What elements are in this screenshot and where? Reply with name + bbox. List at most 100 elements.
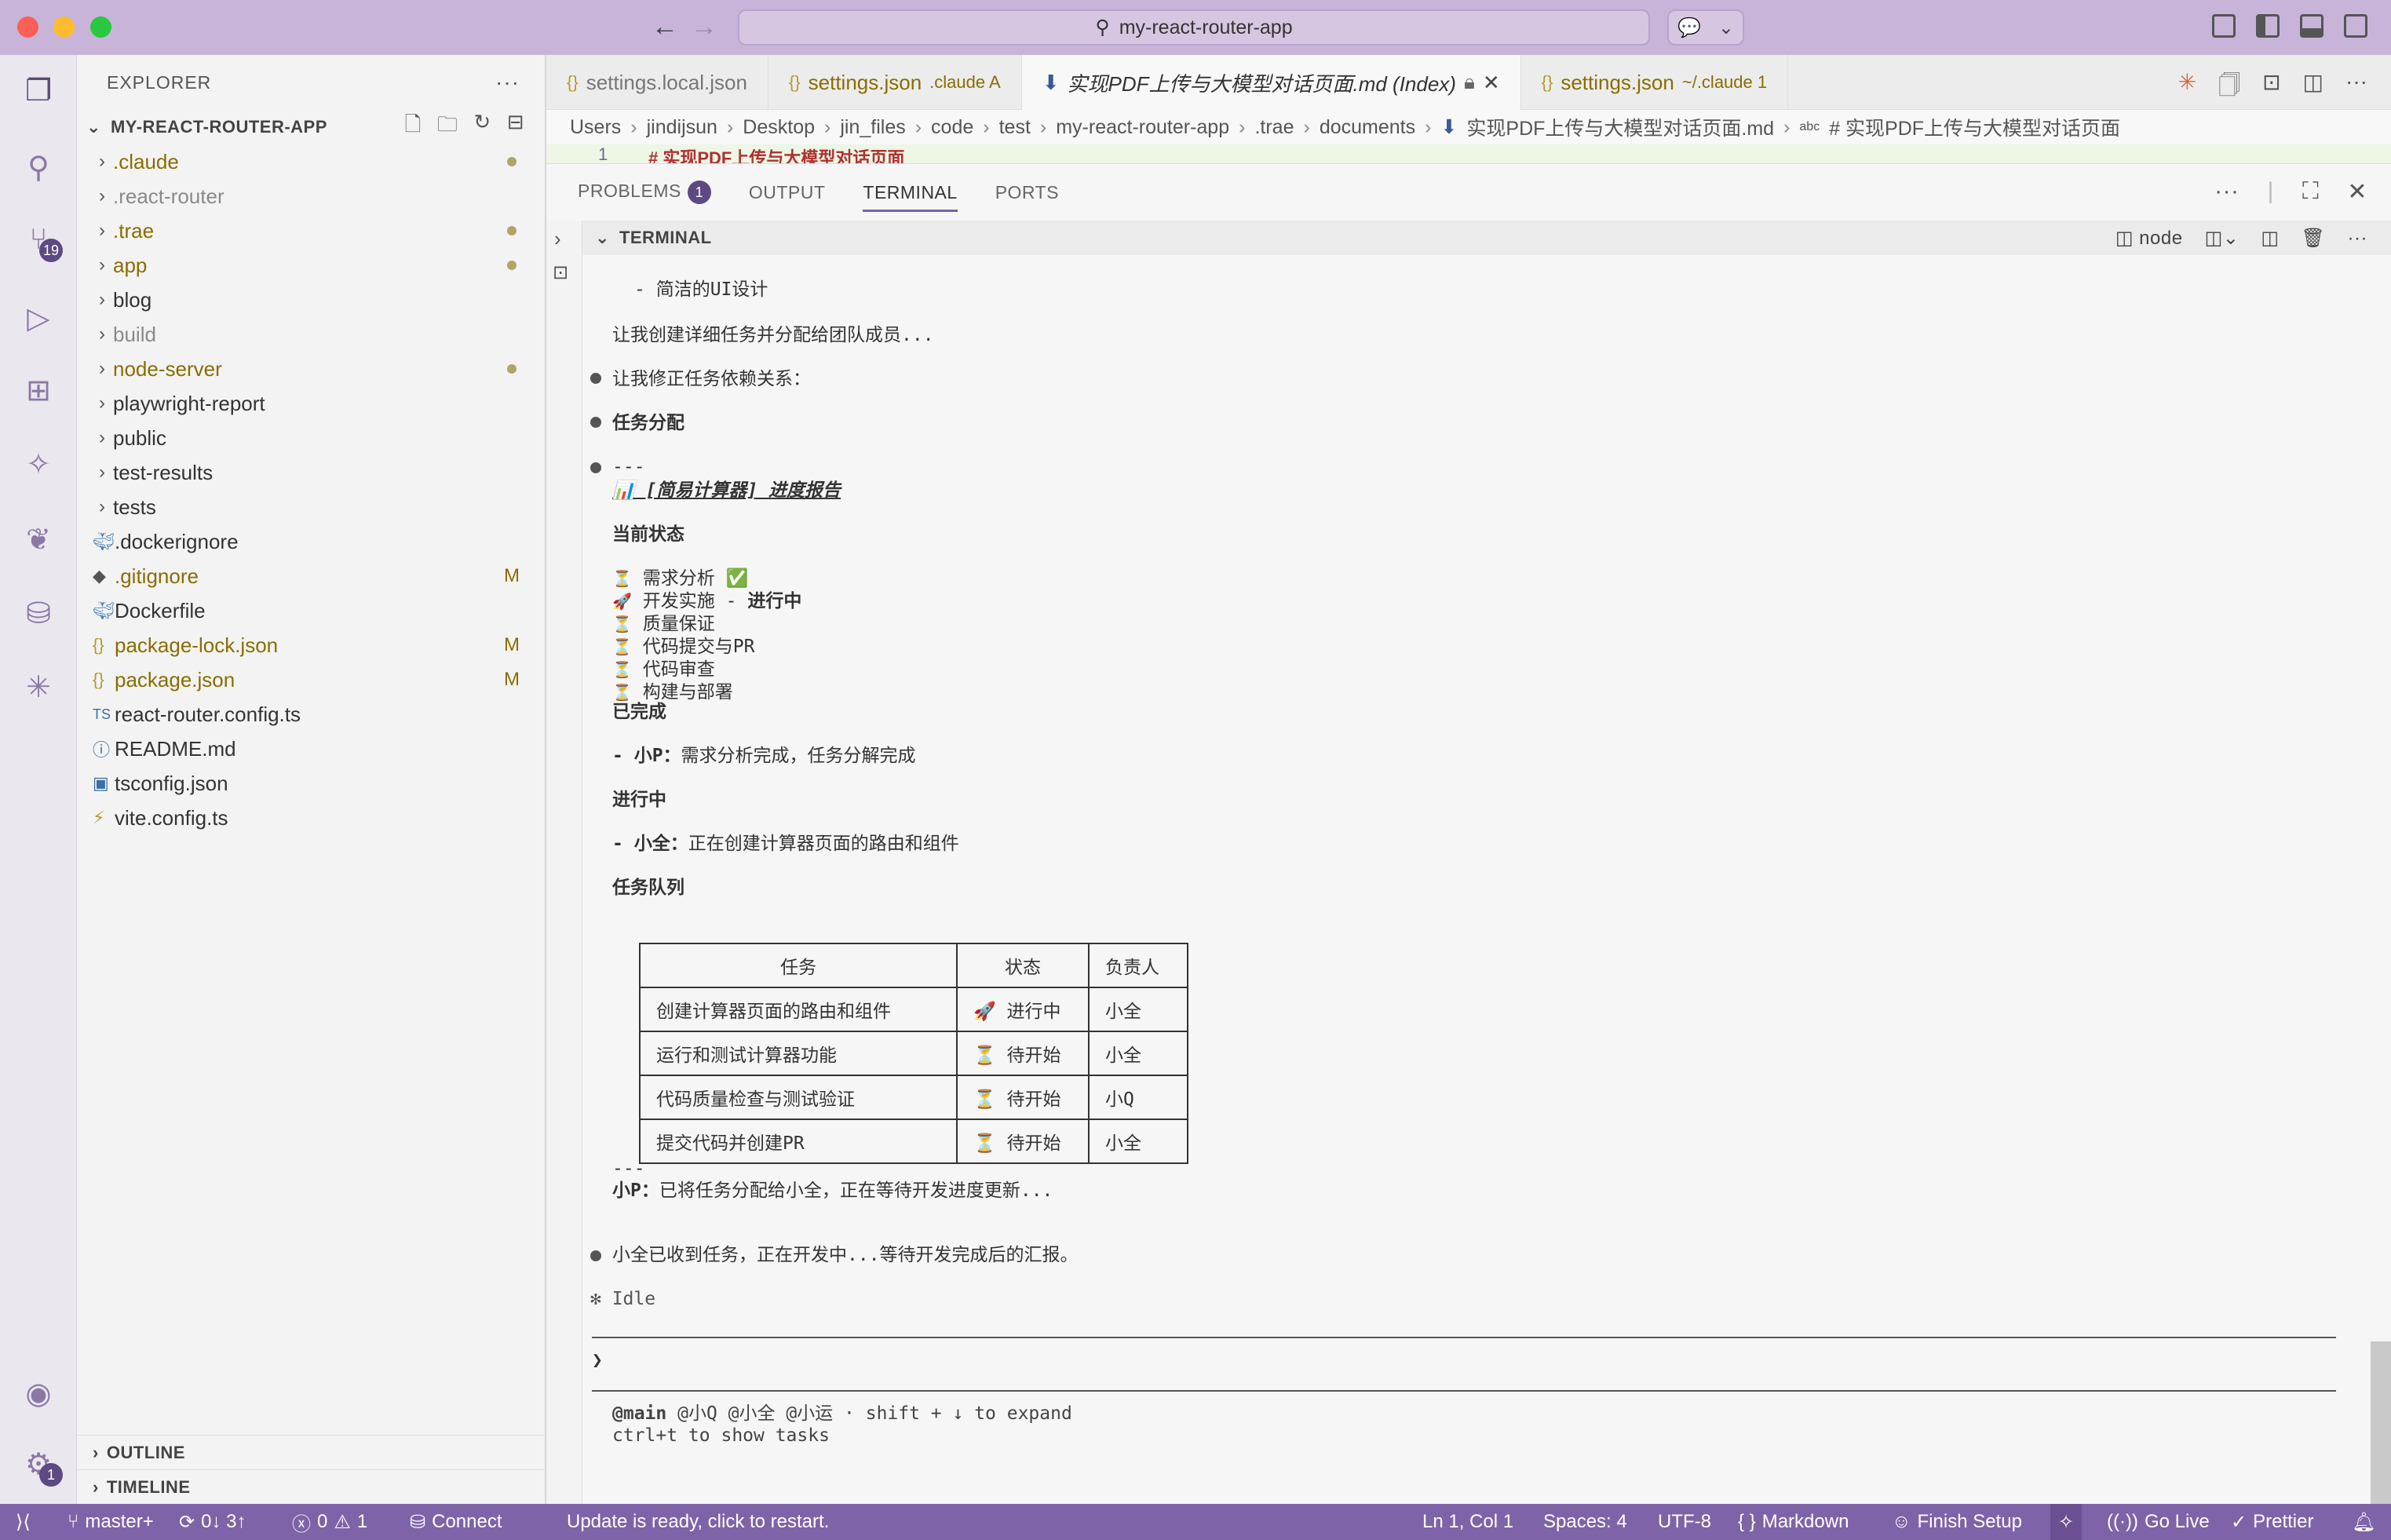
breadcrumb-segment[interactable]: jindijsun [647, 116, 717, 139]
terminal-icon[interactable]: ⊡ [553, 261, 568, 284]
close-panel-icon[interactable]: ✕ [2347, 178, 2367, 206]
trash-icon[interactable]: 🗑︎ [2302, 227, 2326, 250]
new-file-icon[interactable]: 🗋 [404, 110, 421, 144]
file-item[interactable]: ⚡︎ vite.config.ts [77, 801, 545, 835]
open-preview-icon[interactable]: ⊡ [2262, 69, 2280, 107]
tab-output[interactable]: OUTPUT [749, 182, 826, 203]
breadcrumb-segment[interactable]: documents [1320, 116, 1415, 139]
account-icon[interactable]: ◉ [19, 1374, 58, 1413]
file-item[interactable]: ▣ tsconfig.json [77, 766, 545, 801]
branch-button[interactable]: ⑂ master+ [68, 1504, 154, 1540]
back-arrow-icon[interactable]: ← [652, 11, 678, 42]
finish-setup-button[interactable]: ☺ Finish Setup [1892, 1504, 2022, 1540]
folder-item[interactable]: › test-results [77, 455, 545, 490]
tab-problems[interactable]: PROBLEMS 1 [578, 181, 711, 204]
folder-item[interactable]: › .claude [77, 144, 545, 179]
more-actions-icon[interactable]: ··· [2214, 178, 2239, 206]
close-window-button[interactable] [17, 16, 38, 38]
split-terminal-icon[interactable]: ◫ [2261, 227, 2279, 250]
new-folder-icon[interactable]: 🗀 [437, 110, 458, 144]
cursor-position[interactable]: Ln 1, Col 1 [1422, 1504, 1513, 1540]
file-item[interactable]: {} package.json M [77, 662, 545, 697]
folder-item[interactable]: › blog [77, 283, 545, 317]
run-debug-icon[interactable]: ▷ [19, 298, 58, 338]
file-item[interactable]: 🐳︎ .dockerignore [77, 524, 545, 559]
refresh-icon[interactable]: ↻ [473, 110, 491, 144]
editor-line-text[interactable]: # 实现PDF上传与大模型对话页面 [648, 144, 904, 163]
explorer-icon[interactable]: ❐ [19, 71, 58, 110]
folder-item[interactable]: › tests [77, 490, 545, 524]
breadcrumb-segment[interactable]: .trae [1254, 116, 1294, 139]
indentation[interactable]: Spaces: 4 [1543, 1504, 1627, 1540]
folder-item[interactable]: › node-server [77, 352, 545, 386]
remote-icon[interactable]: ⟩⟨ [16, 1504, 31, 1540]
terminal-input[interactable] [614, 1338, 2333, 1385]
new-terminal-dropdown[interactable]: ◫⌄ [2205, 227, 2240, 250]
minimize-window-button[interactable] [53, 16, 75, 38]
maximize-panel-icon[interactable]: ⛶ [2302, 178, 2320, 206]
terminal-scrollbar[interactable] [2371, 1341, 2391, 1505]
folder-item[interactable]: › .react-router [77, 179, 545, 213]
toggle-secondary-sidebar-icon[interactable] [2344, 14, 2367, 38]
trae-status-icon[interactable]: ✧ [2050, 1504, 2083, 1540]
breadcrumb-segment[interactable]: code [931, 116, 973, 139]
maximize-window-button[interactable] [90, 16, 111, 38]
terminal-instance[interactable]: ◫ node [2115, 227, 2183, 250]
folder-item[interactable]: › build [77, 317, 545, 352]
go-live-button[interactable]: ((·)) Go Live [2107, 1504, 2210, 1540]
file-item[interactable]: ◆ .gitignore M [77, 559, 545, 593]
collapse-all-icon[interactable]: ⊟ [507, 110, 524, 144]
chevron-down-icon[interactable]: ⌄ [590, 228, 619, 248]
breadcrumb-segment[interactable]: 实现PDF上传与大模型对话页面.md [1466, 113, 1774, 141]
close-icon[interactable]: ✕ [1483, 71, 1500, 95]
file-item[interactable]: {} package-lock.json M [77, 628, 545, 662]
encoding[interactable]: UTF-8 [1658, 1504, 1711, 1540]
breadcrumb-segment[interactable]: test [999, 116, 1031, 139]
claude-icon[interactable]: ✳ [2178, 69, 2196, 107]
chevron-right-icon[interactable]: › [554, 227, 561, 251]
database-icon[interactable]: ⛁ [19, 593, 58, 633]
copilot-button[interactable]: 💬 ⌄ [1667, 9, 1744, 46]
file-item[interactable]: ⓘ README.md [77, 732, 545, 766]
more-actions-icon[interactable]: ··· [495, 70, 520, 95]
outline-section[interactable]: › OUTLINE [77, 1435, 546, 1469]
breadcrumb-segment[interactable]: Desktop [743, 116, 815, 139]
bell-icon[interactable]: 🔔︎ [2352, 1504, 2375, 1540]
customize-layout-icon[interactable] [2212, 14, 2236, 38]
folder-item[interactable]: › playwright-report [77, 386, 545, 421]
breadcrumb-segment[interactable]: # 实现PDF上传与大模型对话页面 [1829, 113, 2120, 141]
update-notification[interactable]: Update is ready, click to restart. [567, 1504, 829, 1540]
tab-terminal[interactable]: TERMINAL [863, 182, 958, 212]
gear-icon[interactable]: ⚙ 1 [19, 1444, 63, 1487]
claude-icon[interactable]: ✳ [19, 667, 58, 706]
tab-settings-json-claude[interactable]: {} settings.json .claude A [768, 55, 1022, 110]
file-item[interactable]: 🐳︎ Dockerfile [77, 593, 545, 628]
folder-item[interactable]: › .trae [77, 213, 545, 248]
tab-settings-json-home[interactable]: {} settings.json ~/.claude 1 [1521, 55, 1789, 110]
tab-ports[interactable]: PORTS [995, 182, 1059, 203]
toggle-primary-sidebar-icon[interactable] [2256, 14, 2280, 38]
breadcrumb-segment[interactable]: Users [570, 116, 621, 139]
mongodb-leaf-icon[interactable]: ❦ [19, 520, 58, 559]
terminal-output[interactable]: - 简洁的UI设计 让我创建详细任务并分配给团队成员... 让我修正任务依赖关系… [582, 255, 2360, 1505]
source-control-icon[interactable]: ⑂ 19 [19, 220, 63, 262]
forward-arrow-icon[interactable]: → [691, 11, 717, 42]
language-mode[interactable]: { } Markdown [1738, 1504, 1849, 1540]
connect-button[interactable]: ⛁ Connect [410, 1504, 502, 1540]
prettier-button[interactable]: ✓ Prettier [2231, 1504, 2313, 1540]
open-changes-icon[interactable]: 🗍 [2218, 69, 2240, 107]
tab-settings-local-json[interactable]: {} settings.local.json [546, 55, 768, 110]
breadcrumb-segment[interactable]: my-react-router-app [1056, 116, 1229, 139]
search-icon[interactable]: ⚲ [19, 148, 58, 187]
folder-item[interactable]: › public [77, 421, 545, 455]
tab-markdown-doc[interactable]: ⬇ 实现PDF上传与大模型对话页面.md (Index) 🔒︎ ✕ [1021, 55, 1521, 110]
trae-icon[interactable]: ✧ [19, 444, 58, 484]
sync-button[interactable]: ⟳ 0↓ 3↑ [179, 1504, 246, 1540]
split-editor-icon[interactable]: ◫ [2303, 69, 2323, 107]
more-actions-icon[interactable]: ··· [2345, 69, 2367, 107]
problems-button[interactable]: ⓧ 0 ⚠ 1 [292, 1504, 367, 1540]
workspace-root[interactable]: ⌄ MY-REACT-ROUTER-APP 🗋 🗀 ↻ ⊟ [77, 110, 545, 144]
file-item[interactable]: TS react-router.config.ts [77, 697, 545, 732]
command-center-search[interactable]: ⚲ my-react-router-app [738, 9, 1650, 46]
folder-item[interactable]: › app [77, 248, 545, 283]
